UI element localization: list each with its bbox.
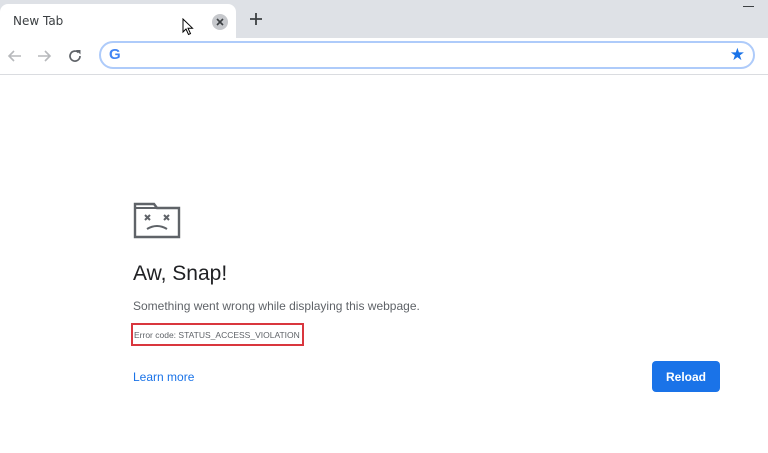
toolbar: G ★: [0, 38, 768, 75]
tab-strip: New Tab: [0, 0, 768, 38]
learn-more-link[interactable]: Learn more: [133, 370, 194, 384]
error-message: Something went wrong while displaying th…: [133, 299, 420, 313]
google-g-icon: G: [109, 46, 121, 63]
minimize-icon[interactable]: [743, 6, 754, 7]
sad-tab-icon: [133, 199, 181, 244]
address-bar[interactable]: G ★: [99, 41, 755, 69]
tab-title: New Tab: [13, 14, 64, 28]
error-heading: Aw, Snap!: [133, 262, 228, 285]
arrow-right-icon[interactable]: [35, 47, 53, 65]
star-icon[interactable]: ★: [730, 45, 745, 65]
reload-icon[interactable]: [66, 47, 84, 65]
reload-button[interactable]: Reload: [652, 361, 720, 392]
error-code: Error code: STATUS_ACCESS_VIOLATION: [134, 330, 300, 340]
close-icon[interactable]: [212, 14, 228, 30]
arrow-left-icon[interactable]: [6, 47, 24, 65]
tab-new-tab[interactable]: New Tab: [0, 4, 236, 38]
plus-icon[interactable]: [248, 11, 264, 27]
